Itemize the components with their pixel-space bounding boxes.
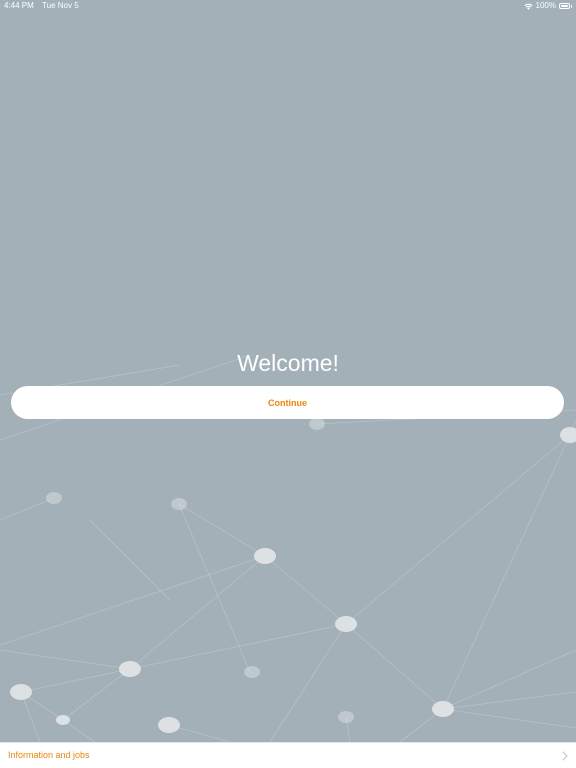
chevron-right-icon: [562, 751, 568, 761]
network-background: [0, 354, 576, 743]
information-and-jobs-row[interactable]: Information and jobs: [0, 742, 576, 768]
information-and-jobs-label: Information and jobs: [8, 750, 90, 760]
continue-button[interactable]: Continue: [11, 386, 564, 419]
welcome-title: Welcome!: [237, 350, 339, 376]
